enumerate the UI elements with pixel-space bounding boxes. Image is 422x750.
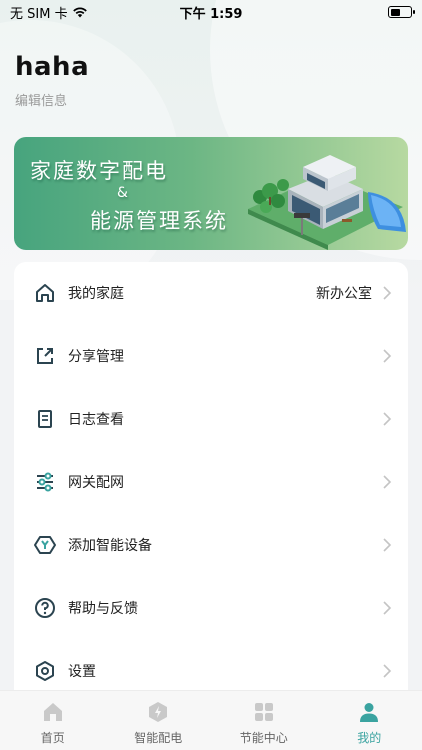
add-device-icon bbox=[34, 534, 56, 556]
grid-tab-icon bbox=[254, 703, 273, 721]
tab-label: 首页 bbox=[40, 731, 65, 745]
profile-section: haha 编辑信息 bbox=[15, 52, 89, 109]
current-home-value: 新办公室 bbox=[316, 286, 372, 302]
chevron-right-icon bbox=[383, 349, 392, 363]
status-bar: 无 SIM 卡 下午 1:59 bbox=[0, 0, 422, 24]
chevron-right-icon bbox=[383, 538, 392, 552]
tab-label: 智能配电 bbox=[134, 731, 183, 745]
banner-ampersand: & bbox=[117, 185, 128, 201]
wifi-icon bbox=[72, 7, 87, 18]
menu-item-label: 分享管理 bbox=[68, 349, 124, 365]
chevron-right-icon bbox=[383, 475, 392, 489]
home-icon bbox=[34, 282, 56, 304]
edit-info-link[interactable]: 编辑信息 bbox=[15, 90, 89, 109]
user-tab-icon bbox=[360, 703, 379, 722]
menu-item-add-device[interactable]: 添加智能设备 bbox=[14, 514, 408, 576]
promo-banner[interactable]: 家庭数字配电 & 能源管理系统 bbox=[14, 137, 408, 250]
bottom-tab-bar: 首页 智能配电 节能中心 我的 bbox=[0, 690, 422, 750]
chevron-right-icon bbox=[383, 601, 392, 615]
username: haha bbox=[15, 52, 90, 82]
chevron-right-icon bbox=[383, 286, 392, 300]
tab-smart-power[interactable]: 智能配电 bbox=[106, 691, 212, 750]
house-illustration bbox=[248, 155, 406, 250]
chevron-right-icon bbox=[383, 664, 392, 678]
chevron-right-icon bbox=[383, 412, 392, 426]
menu-item-share[interactable]: 分享管理 bbox=[14, 325, 408, 387]
menu-card: 我的家庭 新办公室 分享管理 日志查看 网关配网 添加智能设备 帮助与反馈 设置 bbox=[14, 262, 408, 702]
menu-item-label: 我的家庭 bbox=[68, 286, 124, 302]
menu-item-my-family[interactable]: 我的家庭 新办公室 bbox=[14, 262, 408, 324]
menu-item-help[interactable]: 帮助与反馈 bbox=[14, 577, 408, 639]
menu-item-label: 日志查看 bbox=[68, 412, 124, 428]
menu-item-label: 添加智能设备 bbox=[68, 538, 152, 554]
banner-title-line1: 家庭数字配电 bbox=[30, 159, 168, 183]
menu-item-label: 帮助与反馈 bbox=[68, 601, 138, 617]
battery-icon bbox=[388, 6, 415, 18]
share-icon bbox=[34, 345, 56, 367]
power-tab-icon bbox=[149, 702, 168, 722]
help-icon bbox=[34, 597, 56, 619]
tab-energy-center[interactable]: 节能中心 bbox=[211, 691, 317, 750]
menu-item-label: 设置 bbox=[68, 664, 96, 680]
tab-label: 我的 bbox=[357, 731, 382, 745]
banner-title-line2: 能源管理系统 bbox=[90, 209, 228, 233]
settings-icon bbox=[34, 660, 56, 682]
menu-item-logs[interactable]: 日志查看 bbox=[14, 388, 408, 450]
carrier-label: 无 SIM 卡 bbox=[10, 6, 68, 22]
clock: 下午 1:59 bbox=[179, 6, 243, 22]
menu-item-gateway[interactable]: 网关配网 bbox=[14, 451, 408, 513]
tab-mine[interactable]: 我的 bbox=[317, 691, 422, 750]
tab-home[interactable]: 首页 bbox=[0, 691, 106, 750]
home-tab-icon bbox=[43, 703, 62, 721]
menu-item-label: 网关配网 bbox=[68, 475, 124, 491]
sliders-icon bbox=[34, 471, 56, 493]
tab-label: 节能中心 bbox=[239, 731, 288, 745]
log-icon bbox=[34, 408, 56, 430]
